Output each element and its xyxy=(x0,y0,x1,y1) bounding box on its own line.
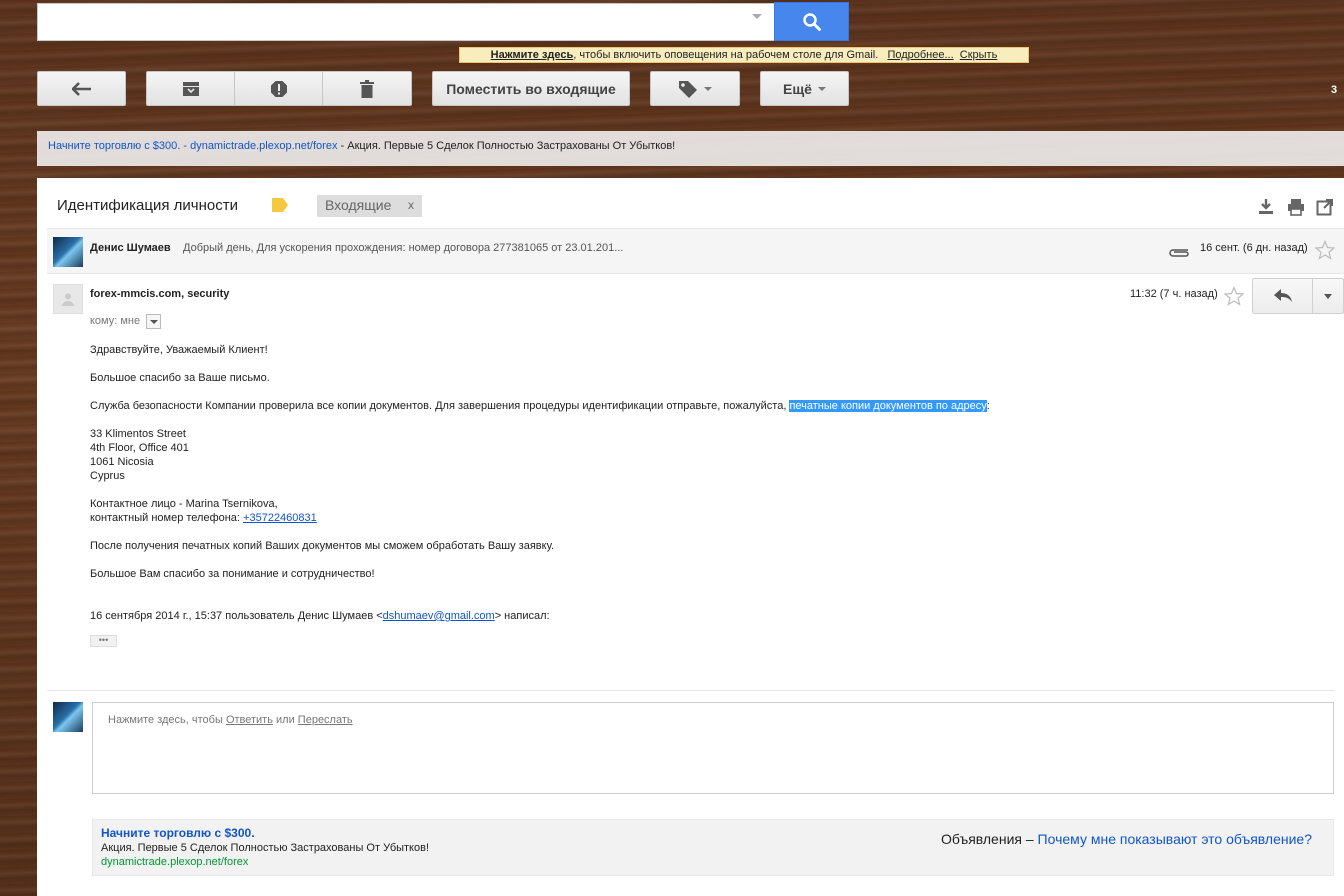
more-caret-icon xyxy=(817,86,826,91)
my-avatar xyxy=(53,702,83,732)
reply-hint: Нажмите здесь, чтобы Ответить или Пересл… xyxy=(108,714,353,726)
spam-icon xyxy=(270,80,287,97)
quote-email-link[interactable]: dshumaev@gmail.com xyxy=(383,610,495,622)
sender-avatar-placeholder xyxy=(53,284,83,314)
address-line: Cyprus xyxy=(90,470,125,482)
search-icon xyxy=(802,12,821,31)
body-after: После получения печатных копий Ваших док… xyxy=(90,540,555,552)
print-icon[interactable] xyxy=(1287,198,1305,216)
archive-button[interactable] xyxy=(146,71,235,106)
contact-person: Контактное лицо - Marina Tsernikova, xyxy=(90,498,278,510)
body-closing: Большое Вам спасибо за понимание и сотру… xyxy=(90,568,375,580)
security-text: Служба безопасности Компании проверила в… xyxy=(90,400,790,412)
show-details-button[interactable] xyxy=(146,314,161,329)
selected-text: печатные копии документов по адресу xyxy=(789,400,987,412)
enable-notifications-link[interactable]: Нажмите здесь xyxy=(491,49,574,61)
top-ad-separator: - xyxy=(180,140,191,152)
top-ad-text: - Акция. Первые 5 Сделок Полностью Застр… xyxy=(337,140,676,152)
attachment-icon xyxy=(1169,249,1189,257)
back-arrow-icon xyxy=(71,81,91,96)
top-ad-headline[interactable]: Начните торговлю с $300. xyxy=(48,140,180,152)
ads-label: Объявления – xyxy=(941,831,1038,847)
message-time: 11:32 (7 ч. назад) xyxy=(1130,288,1218,300)
labels-button[interactable] xyxy=(650,71,740,106)
thread-subject: Идентификация личности xyxy=(57,197,238,214)
important-marker-icon[interactable] xyxy=(272,198,288,212)
label-tag-icon xyxy=(679,80,697,98)
new-window-icon[interactable] xyxy=(1316,198,1334,216)
more-actions-label: Ещё xyxy=(783,80,812,97)
search-options-dropdown[interactable] xyxy=(752,14,762,19)
star-icon[interactable] xyxy=(1315,240,1335,260)
body-thanks: Большое спасибо за Ваше письмо. xyxy=(90,372,270,384)
security-text-end: : xyxy=(986,400,990,412)
remove-label-icon[interactable]: x xyxy=(408,195,414,216)
inbox-label-chip[interactable]: Входящие x xyxy=(317,195,422,217)
phone-link[interactable]: +35722460831 xyxy=(243,512,317,524)
expand-all-icon[interactable] xyxy=(1257,198,1275,216)
report-spam-button[interactable] xyxy=(234,71,323,106)
more-caret-icon xyxy=(1324,293,1332,299)
message-sender: forex-mmcis.com, security xyxy=(90,288,230,300)
quote-header-text: 16 сентября 2014 г., 15:37 пользователь … xyxy=(90,610,383,622)
person-icon xyxy=(62,293,74,306)
collapsed-date: 16 сент. (6 дн. назад) xyxy=(1200,242,1308,254)
contact-phone-line: контактный номер телефона: +35722460831 xyxy=(90,511,317,525)
move-to-inbox-button[interactable]: Поместить во входящие xyxy=(432,71,630,106)
body-greeting: Здравствуйте, Уважаемый Клиент! xyxy=(90,344,268,356)
contact-phone-label: контактный номер телефона: xyxy=(90,512,244,524)
forward-link[interactable]: Переслать xyxy=(298,714,353,726)
bottom-ad-text: Акция. Первые 5 Сделок Полностью Застрах… xyxy=(101,842,430,854)
bottom-ad-url[interactable]: dynamictrade.plexop.net/forex xyxy=(101,856,248,868)
more-actions-button[interactable]: Ещё xyxy=(760,71,849,106)
search-button[interactable] xyxy=(774,2,849,41)
address-line: 4th Floor, Office 401 xyxy=(90,442,189,454)
message-star-icon[interactable] xyxy=(1224,286,1244,306)
bottom-ad-headline[interactable]: Начните торговлю с $300. xyxy=(101,826,255,840)
labels-caret-icon xyxy=(704,86,712,91)
learn-more-link[interactable]: Подробнее... xyxy=(887,49,953,61)
reply-hint-text: Нажмите здесь, чтобы xyxy=(108,714,226,726)
details-caret-icon xyxy=(150,320,158,324)
reply-hint-or: или xyxy=(272,714,298,726)
collapsed-snippet: Добрый день, Для ускорения прохождения: … xyxy=(183,242,624,254)
body-security-paragraph: Служба безопасности Компании проверила в… xyxy=(90,399,990,413)
sender-avatar xyxy=(53,237,83,267)
collapsed-sender-name: Денис Шумаев xyxy=(90,242,171,254)
archive-icon xyxy=(182,81,199,96)
top-ad-url[interactable]: dynamictrade.plexop.net/forex xyxy=(190,140,337,152)
reply-icon xyxy=(1273,289,1292,302)
back-button[interactable] xyxy=(37,71,126,106)
address-line: 33 Klimentos Street xyxy=(90,428,186,440)
quote-header: 16 сентября 2014 г., 15:37 пользователь … xyxy=(90,609,550,623)
divider xyxy=(47,690,1334,691)
search-input[interactable] xyxy=(37,3,775,41)
delete-button[interactable] xyxy=(322,71,412,106)
message-more-button[interactable] xyxy=(1312,278,1344,314)
show-trimmed-content-button[interactable]: ••• xyxy=(90,635,117,647)
page-count: 3 xyxy=(1331,84,1338,96)
ads-info: Объявления – Почему мне показывают это о… xyxy=(941,831,1312,847)
reply-link[interactable]: Ответить xyxy=(226,714,273,726)
notification-text: , чтобы включить оповещения на рабочем с… xyxy=(573,49,879,61)
reply-button[interactable] xyxy=(1252,278,1313,314)
address-line: 1061 Nicosia xyxy=(90,456,154,468)
hide-notification-link[interactable]: Скрыть xyxy=(960,49,998,61)
quote-header-end: > написал: xyxy=(494,610,550,622)
why-this-ad-link[interactable]: Почему мне показывают это объявление? xyxy=(1038,831,1312,847)
inbox-label-text: Входящие xyxy=(325,197,392,213)
recipients-label: кому: мне xyxy=(90,315,141,327)
trash-icon xyxy=(360,79,374,98)
desktop-notification-bar: Нажмите здесь, чтобы включить оповещения… xyxy=(459,47,1029,63)
top-ad-bar: Начните торговлю с $300. - dynamictrade.… xyxy=(37,131,1344,166)
